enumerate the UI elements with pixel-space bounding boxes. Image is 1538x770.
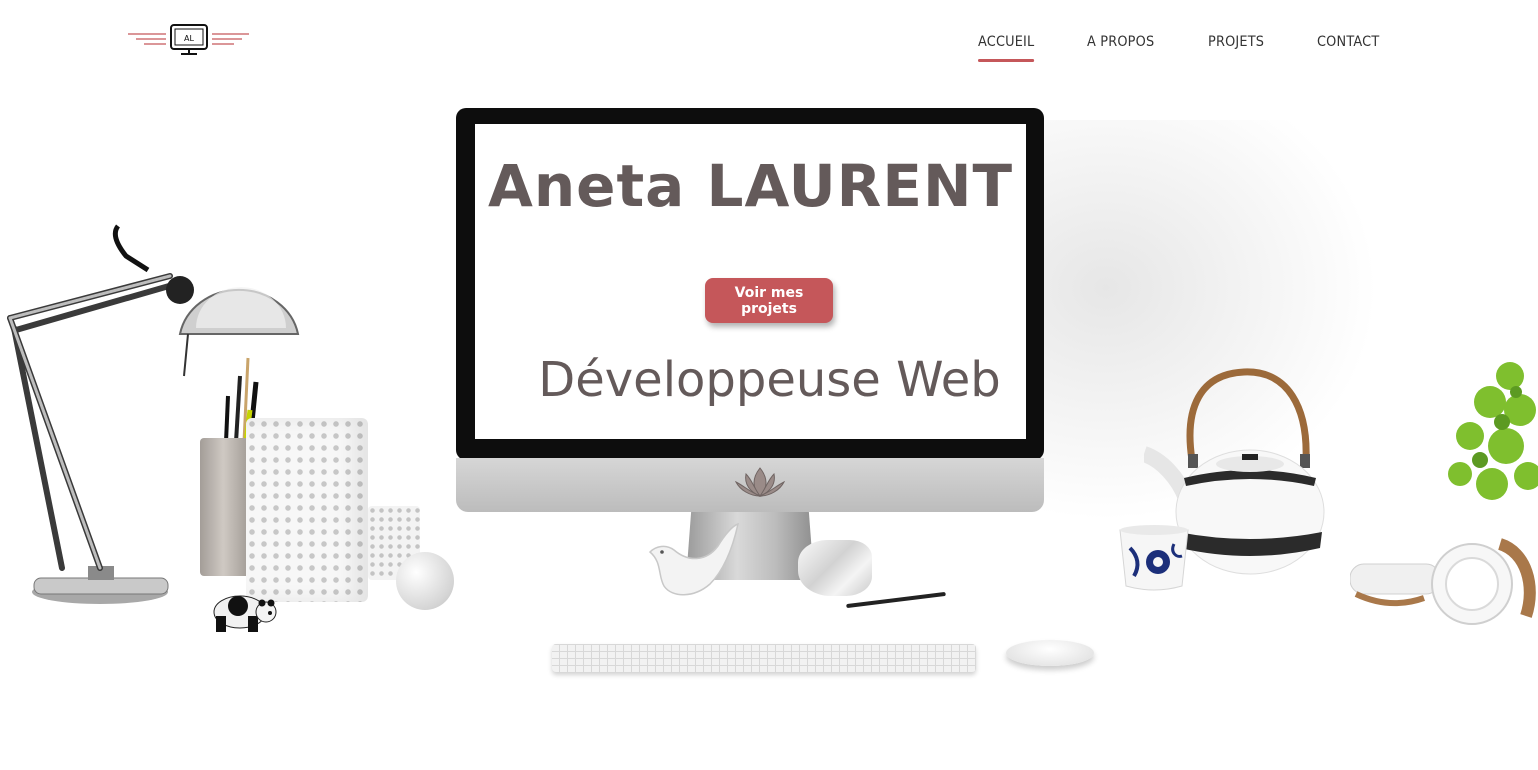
- bird-figurine: [648, 522, 740, 596]
- view-projects-button[interactable]: Voir mes projets: [705, 278, 833, 323]
- hero-name-heading: Aneta LAURENT: [487, 152, 1014, 220]
- lotus-icon: [734, 467, 786, 498]
- hero-scene: Aneta LAURENT Voir mes projets Développe…: [0, 0, 1538, 770]
- hero-subtitle: Développeuse Web: [538, 352, 1001, 408]
- white-candle-holder: [246, 418, 368, 602]
- grey-pen-pot: [200, 438, 252, 576]
- glass-ball: [396, 552, 454, 610]
- porcelain-cup: [1119, 525, 1189, 591]
- crumpled-paper: [798, 540, 872, 596]
- plant-image: [1448, 362, 1538, 500]
- headphones-image: [1350, 538, 1536, 625]
- keyboard: [552, 644, 976, 672]
- panda-figurine: [213, 595, 277, 632]
- pencil: [846, 591, 946, 609]
- computer-mouse: [1006, 640, 1094, 666]
